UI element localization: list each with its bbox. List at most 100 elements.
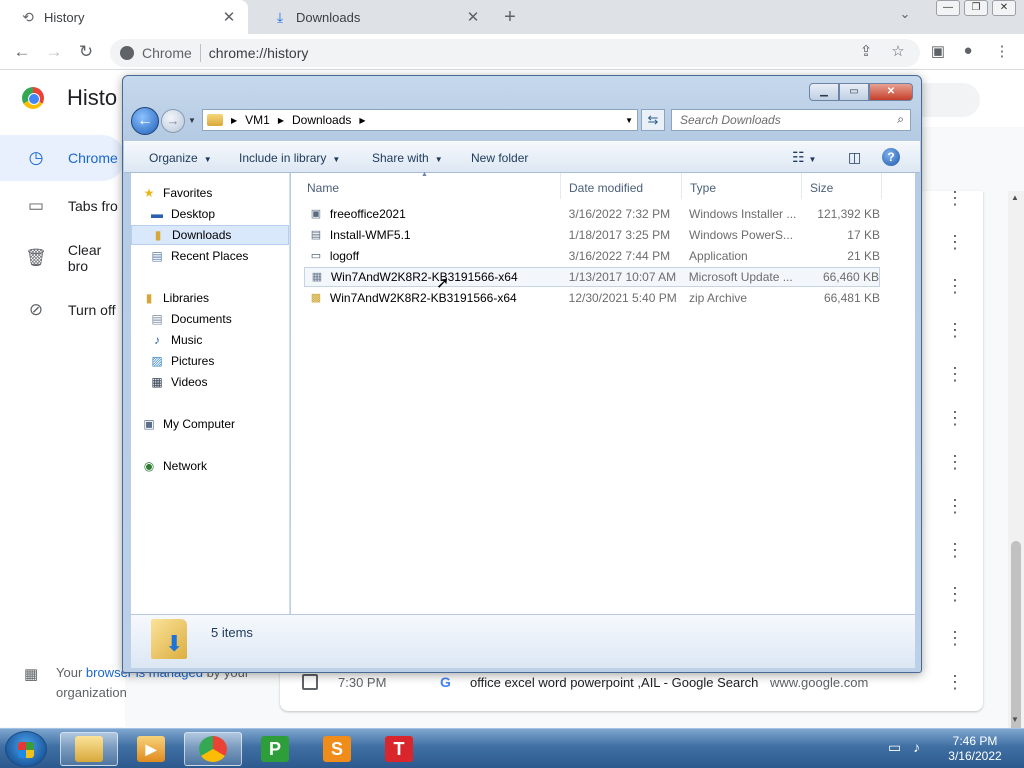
- close-icon[interactable]: ✕: [220, 8, 238, 26]
- view-options-icon[interactable]: ☷ ▼: [792, 149, 816, 166]
- search-icon[interactable]: ⌕: [897, 112, 904, 127]
- sidebar-item-tabs-from-other-devices[interactable]: ▭ Tabs fro: [0, 183, 125, 229]
- url-text[interactable]: chrome://history: [209, 45, 309, 61]
- nav-documents[interactable]: ▤ Documents: [131, 309, 289, 329]
- side-panel-icon[interactable]: ▣: [928, 42, 948, 60]
- column-header-type[interactable]: Type: [682, 173, 802, 199]
- row-menu-icon[interactable]: ⋮: [946, 365, 964, 383]
- row-menu-icon[interactable]: ⋮: [946, 277, 964, 295]
- preview-pane-icon[interactable]: ◫: [848, 149, 861, 166]
- recent-pages-dropdown-icon[interactable]: ▼: [188, 116, 196, 125]
- row-menu-icon[interactable]: ⋮: [946, 409, 964, 427]
- tab-history[interactable]: ⟲ History ✕: [0, 0, 248, 34]
- minimize-button[interactable]: —: [936, 0, 960, 16]
- row-title[interactable]: office excel word powerpoint ,AIL - Goog…: [470, 675, 770, 690]
- share-with-button[interactable]: Share with ▼: [372, 151, 443, 165]
- taskbar-spreadsheet-button[interactable]: S: [308, 732, 366, 766]
- row-menu-icon[interactable]: ⋮: [946, 629, 964, 647]
- nav-recent-places[interactable]: ▤ Recent Places: [131, 246, 289, 266]
- nav-libraries[interactable]: ▮ Libraries: [131, 288, 289, 308]
- start-button[interactable]: [5, 731, 47, 767]
- row-menu-icon[interactable]: ⋮: [946, 321, 964, 339]
- organize-button[interactable]: Organize ▼: [149, 151, 212, 165]
- file-row[interactable]: ▩ Win7AndW2K8R2-KB3191566-x64 12/30/2021…: [304, 288, 880, 308]
- history-row[interactable]: 7:30 PM G office excel word powerpoint ,…: [300, 672, 980, 692]
- file-row[interactable]: ▤ Install-WMF5.1 1/18/2017 3:25 PM Windo…: [304, 225, 880, 245]
- chevron-right-icon[interactable]: ▶: [359, 116, 365, 125]
- taskbar-presentations-button[interactable]: P: [246, 732, 304, 766]
- scroll-up-icon[interactable]: ▲: [1011, 193, 1019, 202]
- nav-pictures[interactable]: ▨ Pictures: [131, 351, 289, 371]
- sidebar-item-chrome-history[interactable]: ◷ Chrome: [0, 135, 125, 181]
- refresh-button[interactable]: ⇆: [641, 109, 665, 131]
- chrome-icon: [199, 736, 227, 762]
- row-menu-icon[interactable]: ⋮: [946, 541, 964, 559]
- column-header-name[interactable]: Name: [299, 173, 561, 199]
- file-row[interactable]: ▭ logoff 3/16/2022 7:44 PM Application 2…: [304, 246, 880, 266]
- sidebar-item-turn-off[interactable]: ⊘ Turn off: [0, 287, 125, 333]
- nav-videos[interactable]: ▦ Videos: [131, 372, 289, 392]
- network-status-icon[interactable]: ▭: [888, 739, 901, 755]
- nav-favorites[interactable]: ★ Favorites: [131, 183, 289, 203]
- reload-button[interactable]: ↻: [76, 42, 96, 62]
- nav-my-computer[interactable]: ▣ My Computer: [131, 414, 289, 434]
- windows-logo-icon: [18, 742, 34, 758]
- libraries-icon: ▮: [145, 291, 153, 305]
- nav-downloads[interactable]: ▮ Downloads: [131, 225, 289, 245]
- chevron-right-icon[interactable]: ▶: [278, 116, 284, 125]
- share-icon[interactable]: ⇪: [856, 42, 876, 60]
- profile-avatar-icon[interactable]: ●: [958, 42, 978, 59]
- column-header-date-modified[interactable]: Date modified: [561, 173, 682, 199]
- back-button[interactable]: ←: [12, 42, 32, 62]
- tab-search-icon[interactable]: ⌄: [894, 6, 916, 22]
- chevron-right-icon[interactable]: ▶: [231, 116, 237, 125]
- restore-button[interactable]: ❐: [964, 0, 988, 16]
- sidebar-item-clear-browsing-data[interactable]: 🗑 Clear bro: [0, 235, 125, 281]
- volume-icon[interactable]: ♪: [913, 739, 920, 755]
- file-size: 21 KB: [847, 249, 880, 263]
- include-in-library-button[interactable]: Include in library ▼: [239, 151, 340, 165]
- forward-button[interactable]: →: [44, 42, 64, 62]
- file-row[interactable]: ▦ Win7AndW2K8R2-KB3191566-x64 1/13/2017 …: [304, 267, 880, 287]
- close-icon[interactable]: ✕: [464, 8, 482, 26]
- address-bar[interactable]: Chrome chrome://history: [110, 39, 920, 67]
- row-checkbox[interactable]: [302, 674, 318, 690]
- address-dropdown-icon[interactable]: ▼: [625, 116, 633, 125]
- row-menu-icon[interactable]: ⋮: [946, 189, 964, 207]
- row-menu-icon[interactable]: ⋮: [946, 453, 964, 471]
- menu-kebab-icon[interactable]: ⋮: [992, 42, 1012, 60]
- minimize-button[interactable]: ▁: [809, 83, 839, 101]
- maximize-button[interactable]: ▭: [839, 83, 869, 101]
- close-window-button[interactable]: ✕: [992, 0, 1016, 16]
- address-bar[interactable]: ▶ VM1 ▶ Downloads ▶ ▼: [202, 109, 638, 131]
- bookmark-star-icon[interactable]: ☆: [888, 42, 908, 60]
- taskbar-chrome-button[interactable]: [184, 732, 242, 766]
- details-pane: ⬇ 5 items: [131, 614, 915, 668]
- file-size: 17 KB: [847, 228, 880, 242]
- breadcrumb-downloads[interactable]: Downloads: [292, 113, 351, 127]
- nav-network[interactable]: ◉ Network: [131, 456, 289, 476]
- taskbar-media-player-button[interactable]: ▶: [122, 732, 180, 766]
- file-type: Windows Installer ...: [689, 207, 797, 221]
- page-scrollbar[interactable]: ▲ ▼: [1008, 191, 1024, 768]
- taskbar-textmaker-button[interactable]: T: [370, 732, 428, 766]
- scroll-down-icon[interactable]: ▼: [1011, 715, 1019, 724]
- forward-button[interactable]: →: [161, 109, 185, 133]
- taskbar-explorer-button[interactable]: [60, 732, 118, 766]
- back-button[interactable]: ←: [131, 107, 159, 135]
- new-tab-button[interactable]: +: [498, 4, 522, 30]
- taskbar-clock[interactable]: 7:46 PM 3/16/2022: [940, 734, 1010, 764]
- nav-music[interactable]: ♪ Music: [131, 330, 289, 350]
- tab-downloads[interactable]: ⤓ Downloads ✕: [252, 0, 492, 34]
- help-icon[interactable]: ?: [882, 148, 900, 166]
- breadcrumb-vm1[interactable]: VM1: [245, 113, 270, 127]
- row-menu-icon[interactable]: ⋮: [946, 585, 964, 603]
- new-folder-button[interactable]: New folder: [471, 151, 528, 165]
- nav-desktop[interactable]: ▬ Desktop: [131, 204, 289, 224]
- file-row[interactable]: ▣ freeoffice2021 3/16/2022 7:32 PM Windo…: [304, 204, 880, 224]
- row-menu-icon[interactable]: ⋮: [946, 497, 964, 515]
- close-window-button[interactable]: ✕: [869, 83, 913, 101]
- row-menu-icon[interactable]: ⋮: [946, 233, 964, 251]
- search-input[interactable]: Search Downloads ⌕: [671, 109, 911, 131]
- column-header-size[interactable]: Size: [802, 173, 882, 199]
